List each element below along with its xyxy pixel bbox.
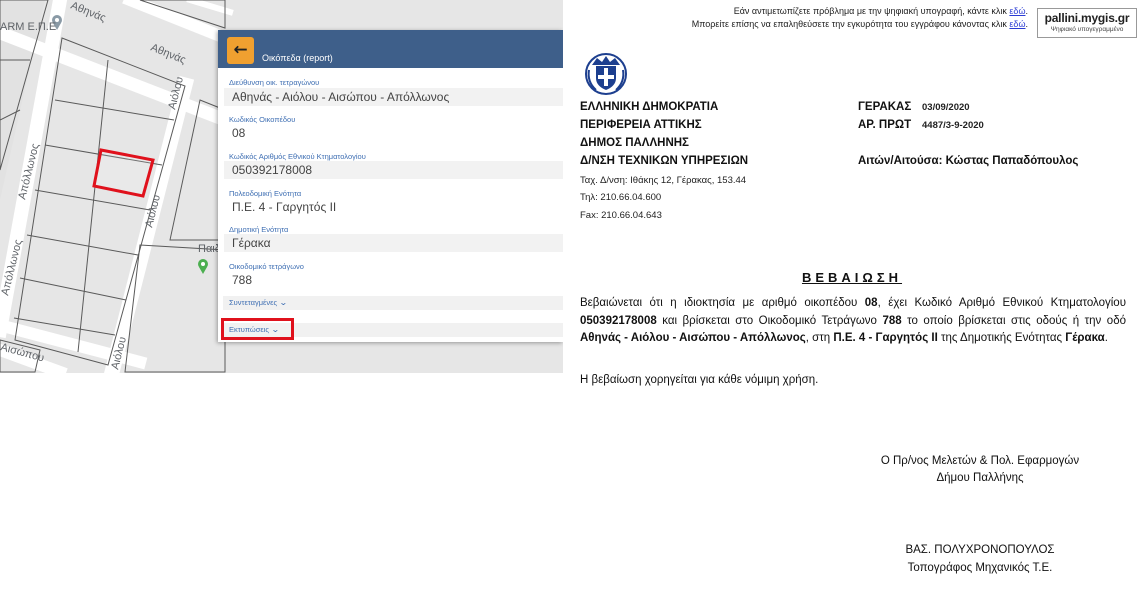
street-label: Απόλλωνος — [0, 238, 25, 296]
org-line: ΕΛΛΗΝΙΚΗ ΔΗΜΟΚΡΑΤΙΑ — [580, 101, 719, 113]
org-line: Δ/ΝΣΗ ΤΕΧΝΙΚΩΝ ΥΠΗΡΕΣΙΩΝ — [580, 155, 749, 167]
greek-emblem-icon — [585, 53, 627, 95]
field-value-urban-unit: Π.Ε. 4 - Γαργητός ΙΙ — [232, 200, 337, 214]
signer-title: Τοπογράφος Μηχανικός Τ.Ε. — [907, 562, 1053, 574]
report-panel: ← Οικόπεδα (report) Διεύθυνση οικ. τετρα… — [218, 30, 563, 342]
coordinates-label: Συντεταγμένες — [229, 298, 278, 307]
verify-link[interactable]: εδώ — [1009, 19, 1025, 29]
field-value-kaek: 050392178008 — [224, 161, 563, 179]
help-link[interactable]: εδώ — [1009, 6, 1025, 16]
document-date: 03/09/2020 — [922, 102, 970, 113]
signature-help-notice: Εάν αντιμετωπίζετε πρόβλημα με την ψηφια… — [733, 6, 1028, 16]
signer-org: Δήμου Παλλήνης — [936, 472, 1024, 484]
field-value-municipal-unit: Γέρακα — [224, 234, 563, 252]
org-fax: Fax: 210.66.04.643 — [580, 210, 662, 221]
certificate-title: ΒΕΒΑΙΩΣΗ — [801, 270, 903, 285]
field-value-building-block: 788 — [232, 273, 253, 287]
notice-text: Εάν αντιμετωπίζετε πρόβλημα με την ψηφια… — [733, 6, 1010, 16]
org-address: Ταχ. Δ/νση: Ιθάκης 12, Γέρακας, 153.44 — [580, 175, 747, 186]
field-label-plot-code: Κωδικός Οικοπέδου — [229, 115, 296, 124]
certificate-body: Βεβαιώνεται ότι η ιδιοκτησία με αριθμό ο… — [580, 297, 1126, 344]
protocol-label: ΑΡ. ΠΡΩΤ — [858, 119, 912, 131]
signer-role: Ο Πρ/νος Μελετών & Πολ. Εφαρμογών — [880, 455, 1080, 467]
certificate-document: Εάν αντιμετωπίζετε πρόβλημα με την ψηφια… — [563, 0, 1141, 601]
applicant: Αιτών/Αιτούσα: Κώστας Παπαδόπουλος — [858, 155, 1079, 167]
certificate-usage: Η βεβαίωση χορηγείται για κάθε νόμιμη χρ… — [580, 374, 819, 386]
selected-parcel[interactable] — [92, 148, 155, 198]
printouts-highlight-box — [221, 318, 294, 340]
notice-text: Μπορείτε επίσης να επαληθεύσετε την εγκυ… — [691, 19, 1010, 29]
panel-header: ← Οικόπεδα (report) — [218, 30, 563, 68]
logo-title: pallini.mygis.gr — [1044, 11, 1130, 25]
street-label: Αθηνάς — [149, 42, 188, 67]
logo-subtitle: Ψηφιακό υπογεγραμμένο — [1050, 26, 1124, 33]
field-label-urban-unit: Πολεοδομική Ενότητα — [229, 189, 302, 198]
back-arrow-icon: ← — [233, 40, 248, 60]
signer-name: ΒΑΣ. ΠΟΛΥΧΡΟΝΟΠΟΥΛΟΣ — [905, 544, 1055, 556]
field-value-plot-code: 08 — [232, 126, 246, 140]
street-label: Αθηνάς — [69, 0, 108, 25]
field-value-block-address: Αθηνάς - Αιόλου - Αισώπου - Απόλλωνος — [224, 88, 563, 106]
digital-signature-logo: pallini.mygis.gr Ψηφιακό υπογεγραμμένο — [1037, 8, 1137, 38]
org-line: ΔΗΜΟΣ ΠΑΛΛΗΝΗΣ — [580, 137, 689, 149]
coordinates-toggle[interactable]: Συντεταγμένες ⌄ — [223, 296, 563, 310]
park-pin-icon[interactable] — [198, 259, 208, 274]
org-line: ΠΕΡΙΦΕΡΕΙΑ ΑΤΤΙΚΗΣ — [580, 119, 702, 131]
field-label-kaek: Κωδικός Αριθμός Εθνικού Κτηματολογίου — [229, 152, 366, 161]
place-label: ΓΕΡΑΚΑΣ — [858, 101, 912, 113]
chevron-down-icon: ⌄ — [279, 298, 288, 307]
verify-notice: Μπορείτε επίσης να επαληθεύσετε την εγκυ… — [691, 19, 1028, 29]
field-label-building-block: Οικοδομικό τετράγωνο — [229, 262, 304, 271]
field-label-block-address: Διεύθυνση οικ. τετραγώνου — [229, 78, 320, 87]
field-label-municipal-unit: Δημοτική Ενότητα — [229, 225, 289, 234]
protocol-number: 4487/3-9-2020 — [922, 120, 984, 131]
map-view[interactable]: ARM E.П.Е Αθηνάς Αθηνάς Απόλλωνος Αιόλου… — [0, 0, 563, 373]
street-label: ARM E.П.Е — [0, 21, 56, 33]
org-phone: Τηλ: 210.66.04.600 — [580, 192, 662, 203]
back-button[interactable]: ← — [227, 37, 254, 64]
panel-title: Οικόπεδα (report) — [262, 53, 333, 63]
